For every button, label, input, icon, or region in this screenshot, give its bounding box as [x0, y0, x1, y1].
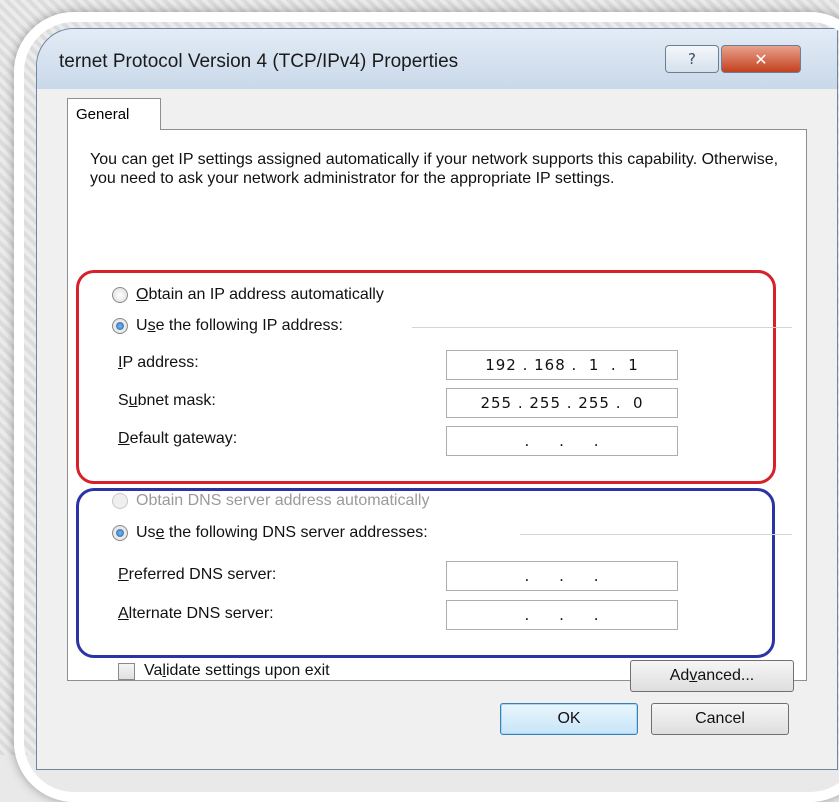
tab-general[interactable]: General	[67, 98, 161, 130]
decorative-rounded-border	[14, 12, 839, 802]
